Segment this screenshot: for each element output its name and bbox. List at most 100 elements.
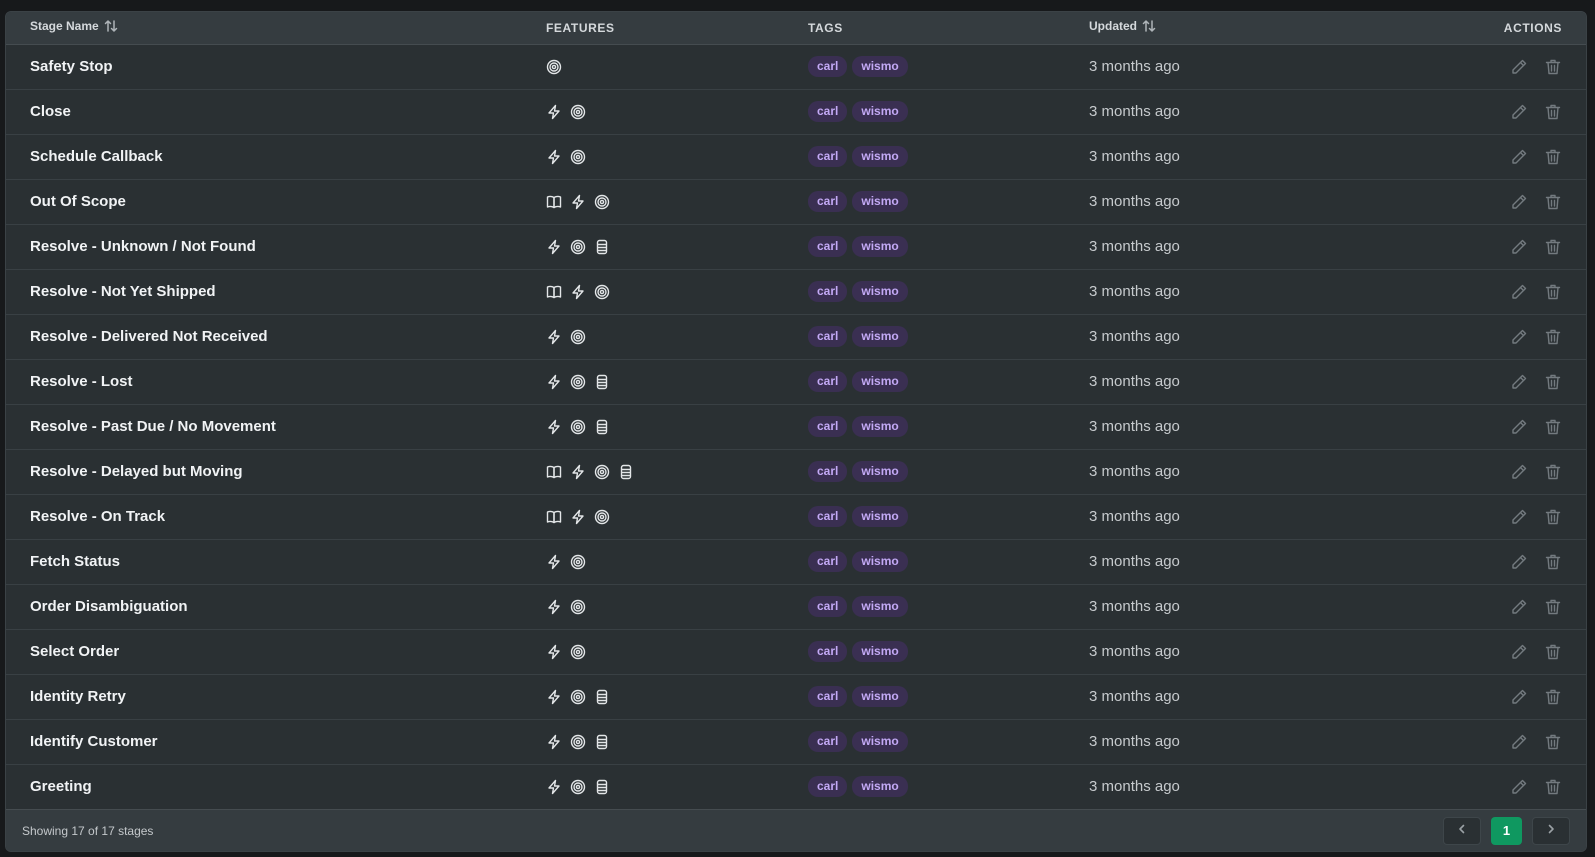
- table-row[interactable]: Resolve - Unknown / Not Found carl wismo 3 …: [6, 224, 1586, 269]
- trash-icon[interactable]: [1544, 103, 1562, 121]
- trash-icon[interactable]: [1544, 238, 1562, 256]
- table-row[interactable]: Out Of Scope carl wismo 3 months ago: [6, 179, 1586, 224]
- page-button-current[interactable]: 1: [1491, 816, 1522, 845]
- stage-name[interactable]: Resolve - Past Due / No Movement: [6, 404, 546, 449]
- features-cell: [546, 539, 808, 584]
- edit-icon[interactable]: [1510, 58, 1528, 76]
- tags-cell: carl wismo: [808, 134, 1089, 179]
- table-row[interactable]: Close carl wismo 3 months ago: [6, 89, 1586, 134]
- lightning-icon: [546, 779, 562, 795]
- next-page-button[interactable]: [1532, 816, 1570, 845]
- edit-icon[interactable]: [1510, 598, 1528, 616]
- edit-icon[interactable]: [1510, 193, 1528, 211]
- stage-name[interactable]: Resolve - Not Yet Shipped: [6, 269, 546, 314]
- trash-icon[interactable]: [1544, 418, 1562, 436]
- trash-icon[interactable]: [1544, 553, 1562, 571]
- edit-icon[interactable]: [1510, 508, 1528, 526]
- stage-name[interactable]: Fetch Status: [6, 539, 546, 584]
- edit-icon[interactable]: [1510, 778, 1528, 796]
- stage-name[interactable]: Identity Retry: [6, 674, 546, 719]
- stage-name[interactable]: Identify Customer: [6, 719, 546, 764]
- edit-icon[interactable]: [1510, 733, 1528, 751]
- tag-badge: carl: [808, 236, 848, 257]
- tags-cell: carl wismo: [808, 494, 1089, 539]
- column-header-updated[interactable]: Updated: [1089, 12, 1389, 45]
- database-icon: [618, 464, 634, 480]
- trash-icon[interactable]: [1544, 643, 1562, 661]
- target-icon: [570, 599, 586, 615]
- stage-name[interactable]: Resolve - Unknown / Not Found: [6, 224, 546, 269]
- trash-icon[interactable]: [1544, 58, 1562, 76]
- table-row[interactable]: Resolve - Delivered Not Received carl wism…: [6, 314, 1586, 359]
- table-row[interactable]: Order Disambiguation carl wismo 3 months ag…: [6, 584, 1586, 629]
- edit-icon[interactable]: [1510, 238, 1528, 256]
- previous-page-button[interactable]: [1443, 816, 1481, 845]
- table-row[interactable]: Identity Retry carl wismo 3 months ago: [6, 674, 1586, 719]
- trash-icon[interactable]: [1544, 463, 1562, 481]
- table-row[interactable]: Greeting carl wismo 3 months ago: [6, 764, 1586, 809]
- tag-badge: carl: [808, 191, 848, 212]
- edit-icon[interactable]: [1510, 103, 1528, 121]
- trash-icon[interactable]: [1544, 688, 1562, 706]
- features-cell: [546, 89, 808, 134]
- trash-icon[interactable]: [1544, 283, 1562, 301]
- table-row[interactable]: Resolve - Not Yet Shipped carl wismo 3 mont…: [6, 269, 1586, 314]
- edit-icon[interactable]: [1510, 553, 1528, 571]
- target-icon: [570, 329, 586, 345]
- stage-name[interactable]: Greeting: [6, 764, 546, 809]
- features-cell: [546, 494, 808, 539]
- trash-icon[interactable]: [1544, 598, 1562, 616]
- trash-icon[interactable]: [1544, 373, 1562, 391]
- target-icon: [546, 59, 562, 75]
- lightning-icon: [546, 149, 562, 165]
- table-row[interactable]: Fetch Status carl wismo 3 months ago: [6, 539, 1586, 584]
- actions-cell: [1389, 674, 1586, 719]
- trash-icon[interactable]: [1544, 508, 1562, 526]
- lightning-icon: [546, 104, 562, 120]
- table-row[interactable]: Resolve - Past Due / No Movement carl wism…: [6, 404, 1586, 449]
- target-icon: [594, 284, 610, 300]
- chevron-left-icon: [1456, 822, 1468, 840]
- edit-icon[interactable]: [1510, 373, 1528, 391]
- edit-icon[interactable]: [1510, 418, 1528, 436]
- column-header-tags: TAGS: [808, 12, 1089, 45]
- edit-icon[interactable]: [1510, 283, 1528, 301]
- database-icon: [594, 689, 610, 705]
- features-cell: [546, 314, 808, 359]
- trash-icon[interactable]: [1544, 733, 1562, 751]
- edit-icon[interactable]: [1510, 328, 1528, 346]
- edit-icon[interactable]: [1510, 688, 1528, 706]
- table-row[interactable]: Resolve - On Track carl wismo 3 months ago: [6, 494, 1586, 539]
- features-cell: [546, 224, 808, 269]
- stage-name[interactable]: Safety Stop: [6, 44, 546, 89]
- updated-time: 3 months ago: [1089, 193, 1180, 210]
- table-row[interactable]: Select Order carl wismo 3 months ago: [6, 629, 1586, 674]
- stage-name[interactable]: Close: [6, 89, 546, 134]
- tag-badge: carl: [808, 731, 848, 752]
- edit-icon[interactable]: [1510, 463, 1528, 481]
- trash-icon[interactable]: [1544, 193, 1562, 211]
- sort-icon[interactable]: [1142, 19, 1156, 36]
- stage-name[interactable]: Order Disambiguation: [6, 584, 546, 629]
- edit-icon[interactable]: [1510, 643, 1528, 661]
- stage-name[interactable]: Out Of Scope: [6, 179, 546, 224]
- table-row[interactable]: Resolve - Lost carl wismo 3 months ago: [6, 359, 1586, 404]
- trash-icon[interactable]: [1544, 148, 1562, 166]
- stage-name[interactable]: Resolve - Lost: [6, 359, 546, 404]
- trash-icon[interactable]: [1544, 778, 1562, 796]
- stages-table: Stage Name FEATURES TAGS Updated ACTIONS…: [6, 12, 1586, 809]
- stage-name[interactable]: Select Order: [6, 629, 546, 674]
- table-row[interactable]: Resolve - Delayed but Moving carl wismo 3 m…: [6, 449, 1586, 494]
- stage-name[interactable]: Resolve - Delayed but Moving: [6, 449, 546, 494]
- trash-icon[interactable]: [1544, 328, 1562, 346]
- column-header-stage-name[interactable]: Stage Name: [6, 12, 546, 45]
- table-row[interactable]: Schedule Callback carl wismo 3 months ago: [6, 134, 1586, 179]
- stage-name[interactable]: Schedule Callback: [6, 134, 546, 179]
- stages-table-panel: Stage Name FEATURES TAGS Updated ACTIONS…: [5, 11, 1587, 852]
- sort-icon[interactable]: [104, 19, 118, 36]
- edit-icon[interactable]: [1510, 148, 1528, 166]
- table-row[interactable]: Safety Stop carl wismo 3 months ago: [6, 44, 1586, 89]
- stage-name[interactable]: Resolve - Delivered Not Received: [6, 314, 546, 359]
- stage-name[interactable]: Resolve - On Track: [6, 494, 546, 539]
- table-row[interactable]: Identify Customer carl wismo 3 months ago: [6, 719, 1586, 764]
